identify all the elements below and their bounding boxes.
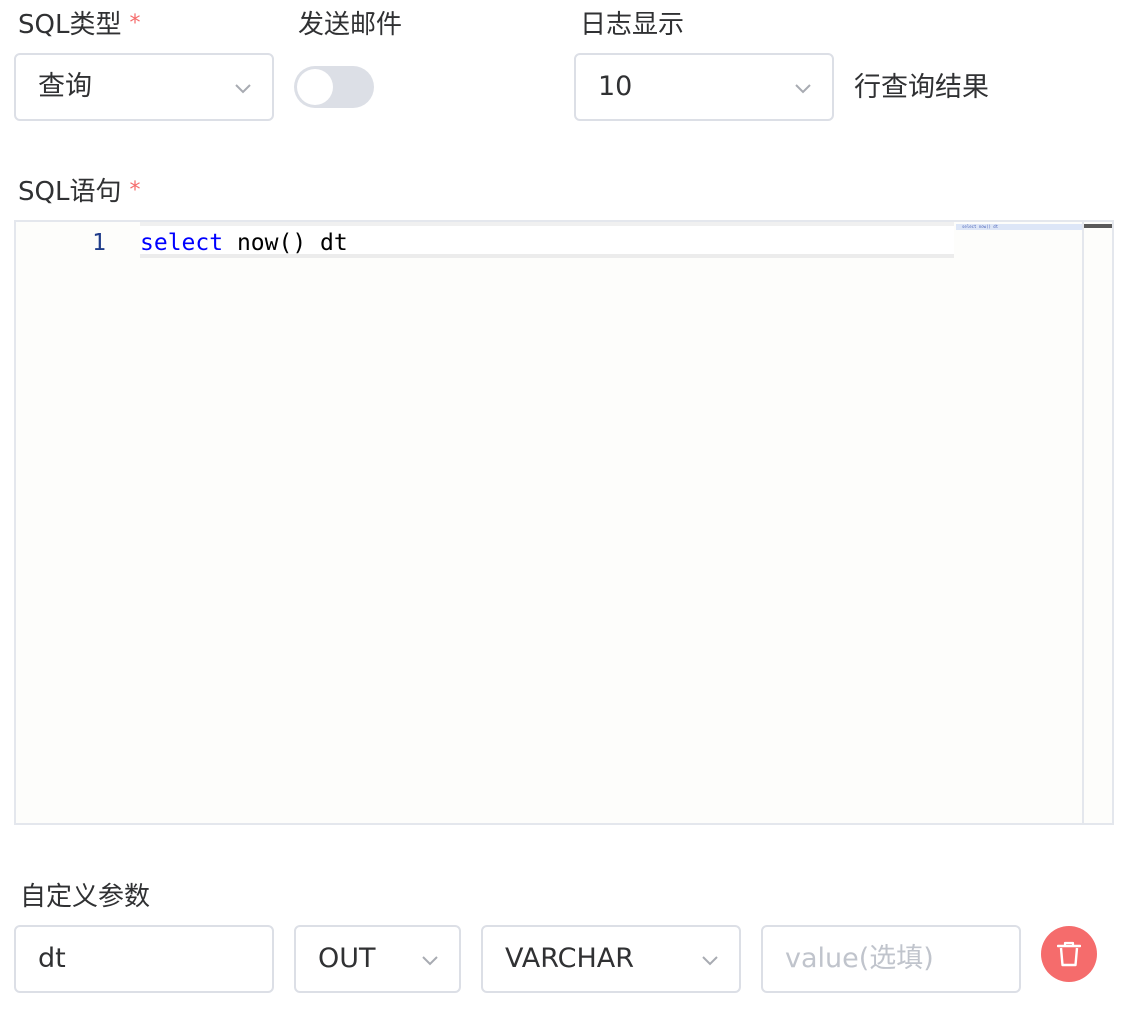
param-value-input[interactable]: value(选填) (761, 925, 1021, 993)
sql-type-label-text: SQL类型 (18, 10, 122, 40)
param-type-value: VARCHAR (505, 943, 635, 974)
sql-type-label: SQL类型 * (18, 10, 140, 42)
trash-icon (1057, 941, 1081, 967)
delete-param-button[interactable] (1041, 926, 1097, 982)
param-direction-value: OUT (318, 943, 376, 974)
required-mark: * (129, 11, 141, 36)
sql-type-value: 查询 (38, 71, 92, 102)
editor-minimap[interactable]: select now() dt (956, 222, 1084, 823)
log-display-suffix: 行查询结果 (854, 72, 989, 103)
chevron-down-icon (235, 84, 251, 94)
send-email-label: 发送邮件 (298, 10, 403, 40)
send-email-switch[interactable] (294, 66, 374, 108)
chevron-down-icon (422, 956, 438, 966)
editor-scrollbar[interactable] (1082, 222, 1112, 823)
log-display-label: 日志显示 (580, 10, 685, 40)
switch-knob (297, 69, 333, 105)
line-number: 1 (92, 230, 106, 256)
sql-type-select[interactable]: 查询 (14, 53, 274, 121)
sql-statement-label: SQL语句 * (18, 177, 140, 209)
chevron-down-icon (702, 956, 718, 966)
code-text: select now() dt (140, 228, 348, 258)
sql-statement-label-text: SQL语句 (18, 177, 122, 207)
log-display-select[interactable]: 10 (574, 53, 834, 121)
required-mark: * (129, 178, 141, 203)
editor-gutter: 1 (16, 222, 126, 823)
sql-keyword: select (140, 230, 224, 256)
current-code-line[interactable]: select now() dt (140, 222, 954, 258)
chevron-down-icon (795, 84, 811, 94)
param-type-select[interactable]: VARCHAR (481, 925, 741, 993)
param-value-placeholder: value(选填) (785, 943, 934, 974)
sql-editor[interactable]: 1 select now() dt select now() dt (14, 220, 1114, 825)
param-direction-select[interactable]: OUT (294, 925, 461, 993)
minimap-text: select now() dt (962, 224, 999, 229)
custom-params-label: 自定义参数 (20, 882, 151, 912)
param-name-input[interactable]: dt (14, 925, 274, 993)
log-display-value: 10 (598, 71, 633, 102)
sql-code-rest: now() dt (223, 230, 348, 256)
minimap-highlight: select now() dt (956, 224, 1084, 230)
scrollbar-thumb[interactable] (1084, 224, 1112, 228)
param-name-value: dt (38, 943, 66, 974)
